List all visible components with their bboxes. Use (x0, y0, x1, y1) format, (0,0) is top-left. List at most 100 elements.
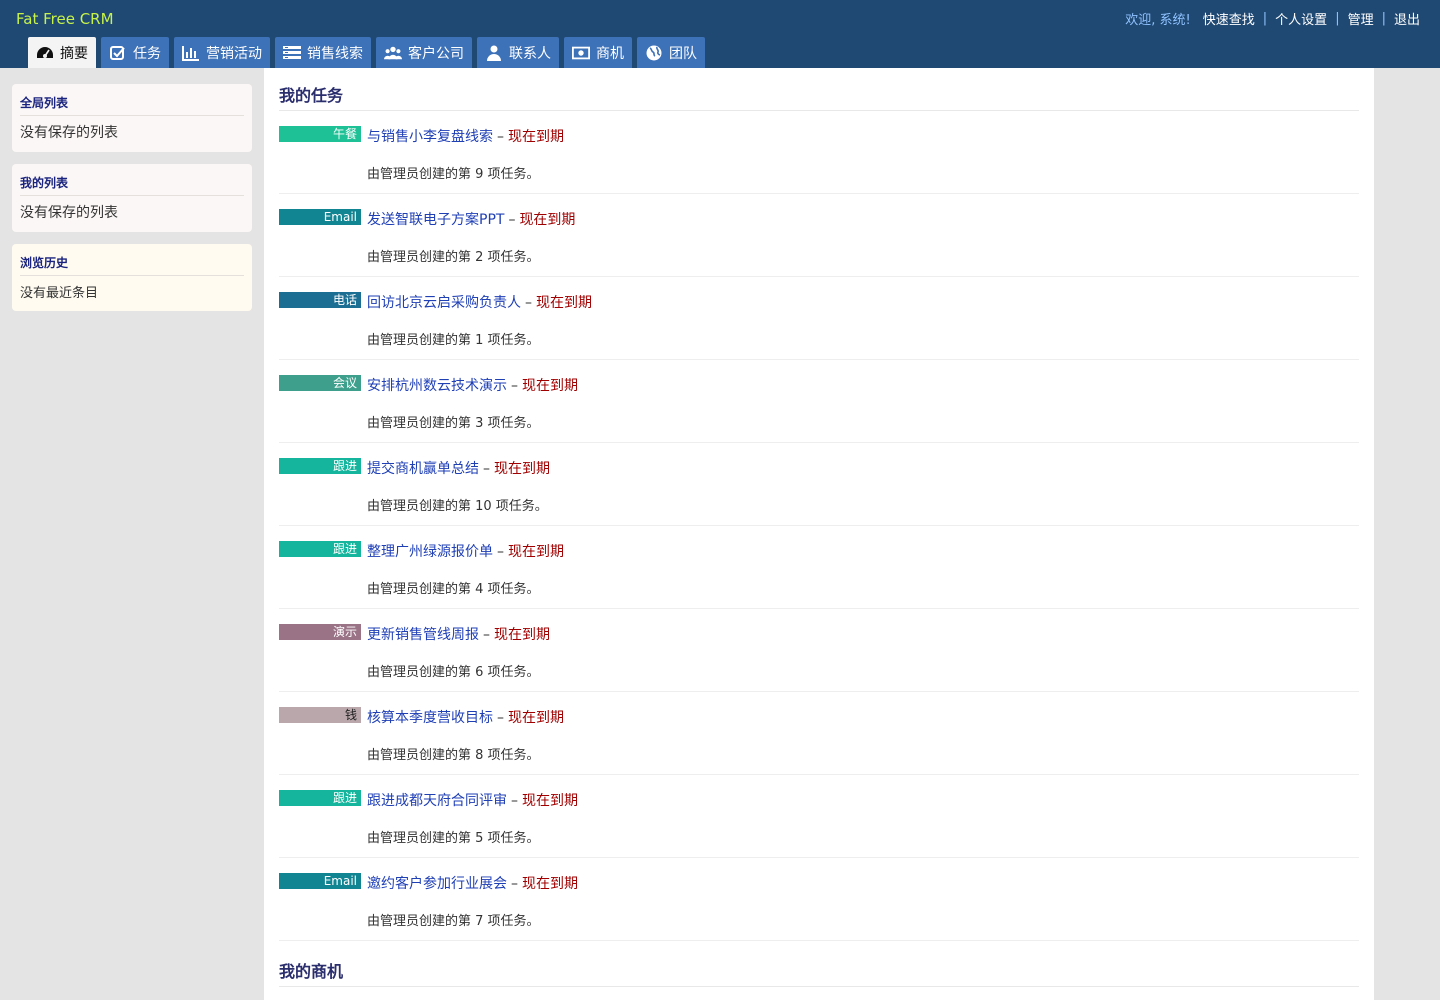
task-category-badge: 会议 (279, 375, 361, 391)
task-description: 由管理员创建的第 3 项任务。 (367, 416, 540, 431)
global-lists-empty: 没有保存的列表 (20, 125, 118, 141)
globe-icon (645, 44, 663, 62)
due-status: 现在到期 (494, 461, 550, 477)
task-category-badge: Email (279, 209, 361, 225)
task-title-link[interactable]: 回访北京云启采购负责人 (367, 295, 521, 311)
tab-contacts[interactable]: 联系人 (477, 37, 559, 68)
my-lists-empty: 没有保存的列表 (20, 205, 118, 221)
task-description: 由管理员创建的第 2 项任务。 (367, 250, 540, 265)
dash: – (483, 461, 490, 477)
task-title-link[interactable]: 提交商机赢单总结 (367, 461, 479, 477)
dash: – (511, 793, 518, 809)
task-line: 整理广州绿源报价单 – 现在到期 (367, 541, 564, 561)
person-icon (485, 44, 503, 62)
history-empty: 没有最近条目 (20, 286, 99, 301)
dashboard-icon (36, 44, 54, 62)
my-lists-panel: 我的列表 没有保存的列表 (12, 164, 252, 232)
tab-tasks[interactable]: 任务 (101, 37, 169, 68)
task-category-badge: 演示 (279, 624, 361, 640)
profile-link[interactable]: 个人设置 (1275, 9, 1327, 28)
opportunity-list: 展望云启CRM系统升级从北京云启科技有限公司- 添加于 30 分钟之前 之前 -… (264, 987, 1374, 1000)
task-line: 邀约客户参加行业展会 – 现在到期 (367, 873, 578, 893)
task-row: 演示 更新销售管线周报 – 现在到期由管理员创建的第 6 项任务。 (279, 609, 1359, 692)
tab-dashboard[interactable]: 摘要 (28, 37, 96, 68)
due-status: 现在到期 (536, 295, 592, 311)
my-tasks-title: 我的任务 (279, 82, 1359, 111)
task-category-badge: 电话 (279, 292, 361, 308)
task-title-link[interactable]: 邀约客户参加行业展会 (367, 876, 507, 892)
task-row: Email 邀约客户参加行业展会 – 现在到期由管理员创建的第 7 项任务。 (279, 858, 1359, 941)
my-opportunities-title: 我的商机 (279, 958, 1359, 987)
due-status: 现在到期 (522, 876, 578, 892)
task-description: 由管理员创建的第 7 项任务。 (367, 914, 540, 929)
checkbox-icon (109, 44, 127, 62)
admin-link[interactable]: 管理 (1348, 9, 1374, 28)
welcome-text: 欢迎, 系统! (1125, 13, 1191, 28)
dash: – (511, 378, 518, 394)
task-line: 核算本季度营收目标 – 现在到期 (367, 707, 564, 727)
tab-leads[interactable]: 销售线索 (275, 37, 371, 68)
due-status: 现在到期 (508, 129, 564, 145)
due-status: 现在到期 (519, 212, 576, 228)
task-title-link[interactable]: 更新销售管线周报 (367, 627, 479, 643)
task-row: 电话 回访北京云启采购负责人 – 现在到期 由管理员创建的第 1 项任务。 (279, 277, 1359, 360)
task-category-badge: 跟进 (279, 541, 361, 557)
main-content: 我的任务 午餐 与销售小李复盘线索 – 现在到期 由管理员创建的第 9 项任务。 Emai… (264, 68, 1374, 1000)
task-description: 由管理员创建的第 8 项任务。 (367, 748, 540, 763)
separator: | (1335, 11, 1340, 26)
task-description: 由管理员创建的第 4 项任务。 (367, 582, 540, 597)
task-category-badge: 午餐 (279, 126, 361, 142)
separator: | (1262, 11, 1268, 26)
list-icon (283, 44, 301, 62)
top-header: Fat Free CRM 欢迎, 系统! 快速查找 | 个人设置 | 管理 | … (0, 0, 1440, 68)
task-category-badge: 跟进 (279, 790, 361, 806)
task-title-link[interactable]: 跟进成都天府合同评审 (367, 793, 507, 809)
tab-label: 商机 (596, 45, 624, 62)
task-category-badge: 跟进 (279, 458, 361, 474)
task-title-link[interactable]: 安排杭州数云技术演示 (367, 378, 507, 394)
task-description: 由管理员创建的第 5 项任务。 (367, 831, 540, 846)
dash: – (508, 212, 516, 228)
tab-campaigns[interactable]: 营销活动 (174, 37, 270, 68)
tab-label: 联系人 (509, 45, 551, 62)
global-lists-title: 全局列表 (20, 94, 244, 116)
due-status: 现在到期 (522, 378, 578, 394)
money-icon (572, 44, 590, 62)
tab-label: 客户公司 (408, 45, 464, 62)
global-lists-panel: 全局列表 没有保存的列表 (12, 84, 252, 152)
task-line: 提交商机赢单总结 – 现在到期 (367, 458, 550, 478)
task-row: 会议 安排杭州数云技术演示 – 现在到期由管理员创建的第 3 项任务。 (279, 360, 1359, 443)
history-title: 浏览历史 (20, 254, 244, 276)
dash: – (497, 710, 504, 726)
task-title-link[interactable]: 整理广州绿源报价单 (367, 544, 493, 560)
task-row: 钱核算本季度营收目标 – 现在到期 由管理员创建的第 8 项任务。 (279, 692, 1359, 775)
task-line: 更新销售管线周报 – 现在到期 (367, 624, 550, 644)
tab-accounts[interactable]: 客户公司 (376, 37, 472, 68)
sidebar: 全局列表 没有保存的列表 我的列表 没有保存的列表 浏览历史 没有最近条目 (12, 84, 252, 323)
task-title-link[interactable]: 核算本季度营收目标 (367, 710, 493, 726)
task-category-badge: Email (279, 873, 361, 889)
task-line: 回访北京云启采购负责人 – 现在到期 (367, 292, 592, 312)
history-panel: 浏览历史 没有最近条目 (12, 244, 252, 311)
task-line: 发送智联电子方案PPT – 现在到期 (367, 209, 575, 229)
due-status: 现在到期 (508, 710, 564, 726)
group-icon (384, 44, 402, 62)
task-row: 跟进 提交商机赢单总结 – 现在到期 由管理员创建的第 10 项任务。 (279, 443, 1359, 526)
dash: – (497, 129, 504, 145)
dash: – (497, 544, 504, 560)
task-title-link[interactable]: 与销售小李复盘线索 (367, 129, 493, 145)
tab-opportunities[interactable]: 商机 (564, 37, 632, 68)
task-row: 跟进 整理广州绿源报价单 – 现在到期由管理员创建的第 4 项任务。 (279, 526, 1359, 609)
task-description: 由管理员创建的第 9 项任务。 (367, 167, 540, 182)
dash: – (483, 627, 490, 643)
logout-link[interactable]: 退出 (1394, 9, 1420, 28)
quick-find-link[interactable]: 快速查找 (1203, 9, 1255, 28)
tab-team[interactable]: 团队 (637, 37, 705, 68)
task-line: 跟进成都天府合同评审 – 现在到期 (367, 790, 578, 810)
brand-logo[interactable]: Fat Free CRM (16, 10, 114, 28)
due-status: 现在到期 (494, 627, 550, 643)
tab-label: 销售线索 (307, 45, 363, 62)
task-title-link[interactable]: 发送智联电子方案PPT (367, 212, 504, 228)
task-line: 与销售小李复盘线索 – 现在到期 (367, 126, 564, 146)
task-description: 由管理员创建的第 6 项任务。 (367, 665, 540, 680)
